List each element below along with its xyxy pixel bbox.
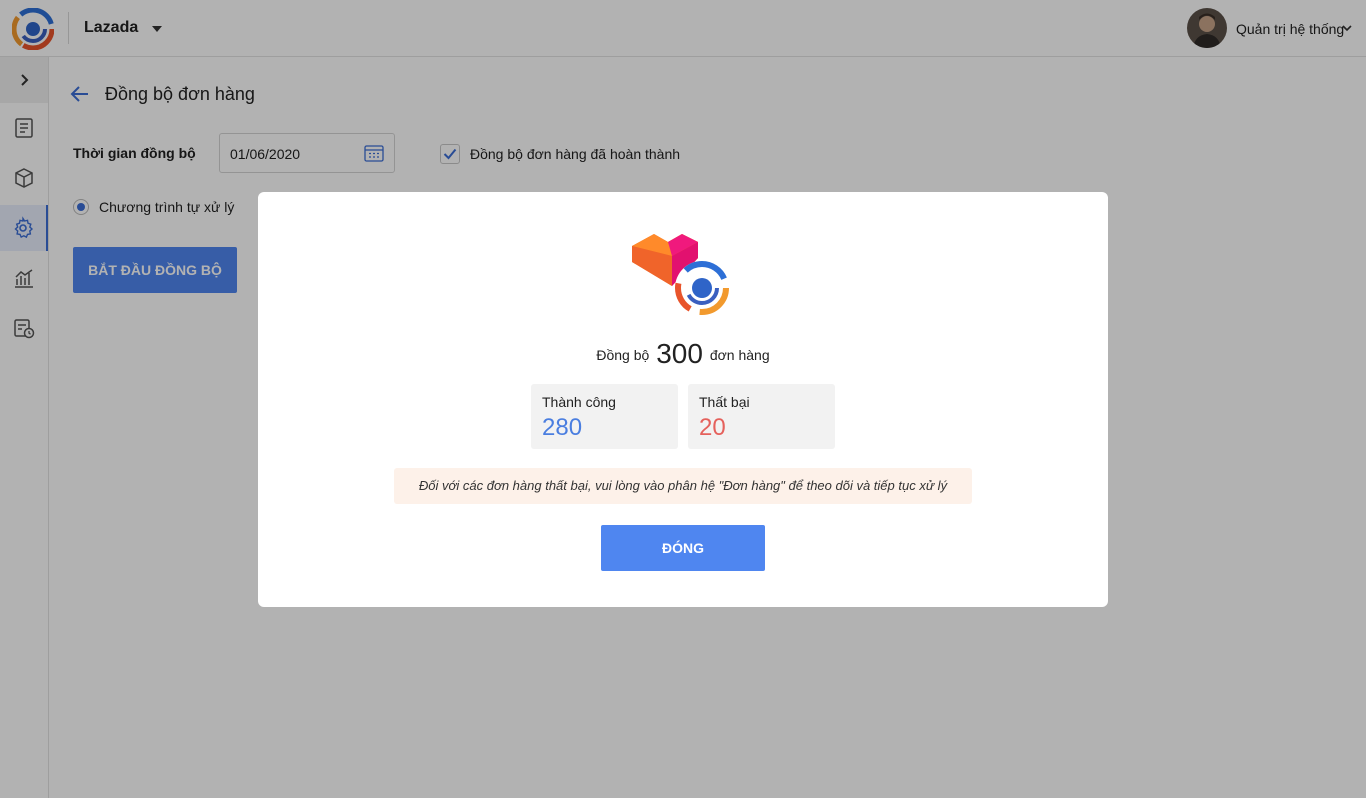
total-orders-count: 300 <box>656 338 703 369</box>
sync-summary: Đồng bộ 300 đơn hàng <box>258 338 1108 370</box>
success-stat-card: Thành công 280 <box>531 384 678 449</box>
lazada-sync-logo-icon <box>632 234 729 315</box>
fail-stat-card: Thất bại 20 <box>688 384 835 449</box>
fail-count: 20 <box>699 414 726 441</box>
failed-orders-note: Đối với các đơn hàng thất bại, vui lòng … <box>394 468 972 504</box>
success-count: 280 <box>542 414 583 441</box>
success-label: Thành công <box>542 394 616 410</box>
close-button[interactable]: ĐÓNG <box>601 525 765 571</box>
fail-label: Thất bại <box>699 394 750 410</box>
summary-prefix: Đồng bộ <box>596 347 650 363</box>
summary-suffix: đơn hàng <box>709 347 770 363</box>
sync-result-dialog: Đồng bộ 300 đơn hàng Thành công 280 Thất… <box>258 192 1108 607</box>
